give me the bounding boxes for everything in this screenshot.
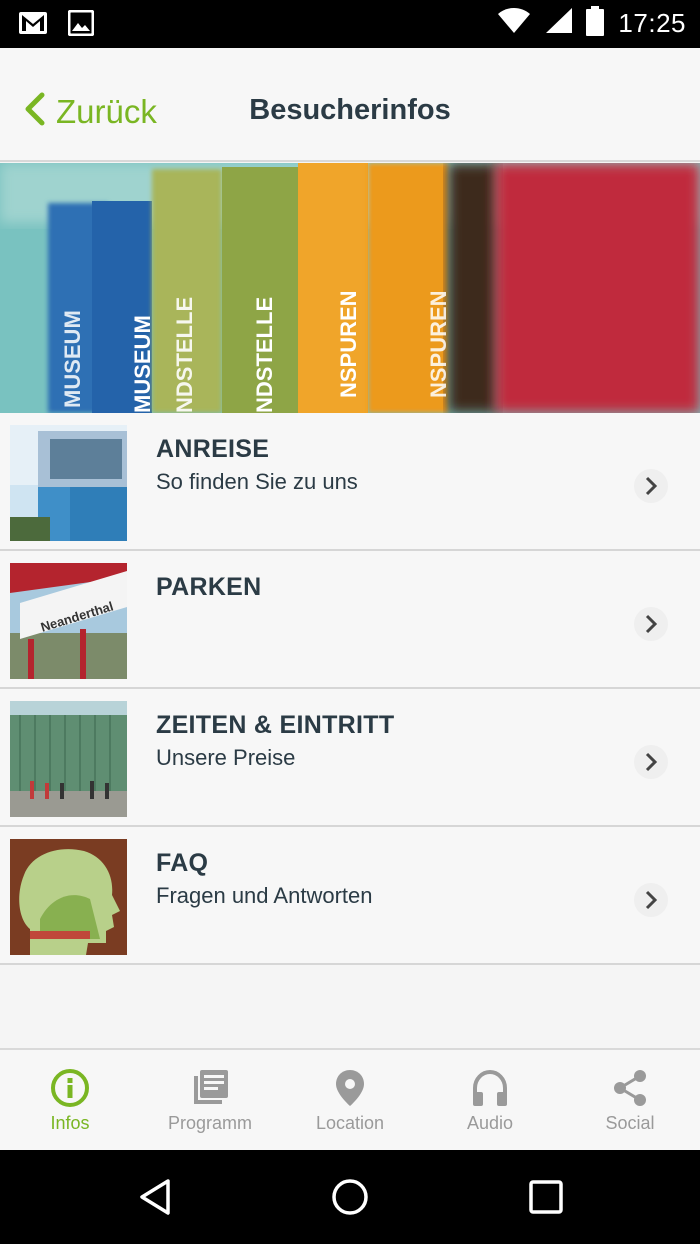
status-bar: 17:25 [0, 0, 700, 48]
visitor-info-list: ANREISE So finden Sie zu uns Neanderthal… [0, 413, 700, 965]
gallery-icon [67, 9, 95, 41]
list-item-faq[interactable]: FAQ Fragen und Antworten [0, 827, 700, 965]
hero-spine-text: NDSTELLE [172, 297, 197, 413]
tab-location[interactable]: Location [280, 1050, 420, 1150]
nav-recents-icon[interactable] [526, 1177, 566, 1217]
item-title: PARKEN [156, 573, 262, 601]
hero-spine-text: MUSEUM [130, 315, 155, 413]
thumb-parken: Neanderthal [10, 563, 127, 679]
item-subtitle: So finden Sie zu uns [156, 469, 358, 494]
headphones-icon [470, 1068, 510, 1108]
tab-infos[interactable]: Infos [0, 1050, 140, 1150]
tab-social[interactable]: Social [560, 1050, 700, 1150]
thumb-zeiten [10, 701, 127, 817]
tab-label: Programm [167, 1113, 252, 1133]
wifi-icon [498, 8, 531, 39]
tab-programm[interactable]: Programm [140, 1050, 280, 1150]
info-icon [50, 1068, 90, 1108]
chevron-right-icon [634, 469, 668, 503]
item-subtitle: Fragen und Antworten [156, 883, 373, 908]
cellular-icon [544, 8, 573, 39]
hero-spine-text: MUSEUM [60, 310, 85, 408]
thumb-anreise [10, 425, 127, 541]
bottom-tab-bar: Infos Programm Location Audio Social [0, 1048, 700, 1150]
battery-icon [586, 6, 605, 41]
hero-spine-text: NSPUREN [426, 290, 451, 398]
tab-label: Social [605, 1113, 655, 1133]
tab-label: Audio [466, 1113, 514, 1133]
list-item-zeiten-eintritt[interactable]: ZEITEN & EINTRITT Unsere Preise [0, 689, 700, 827]
nav-home-icon[interactable] [330, 1177, 370, 1217]
item-title: FAQ [156, 849, 209, 877]
item-title: ANREISE [156, 435, 270, 463]
chevron-right-icon [634, 883, 668, 917]
status-time: 17:25 [618, 8, 686, 38]
hero-spine-text: NSPUREN [336, 290, 361, 398]
tab-label: Location [315, 1113, 385, 1133]
programm-icon [190, 1068, 230, 1108]
hero-spine-text: NDSTELLE [252, 297, 277, 413]
item-title: ZEITEN & EINTRITT [156, 711, 395, 739]
system-nav-bar [0, 1150, 700, 1244]
thumb-faq [10, 839, 127, 955]
item-subtitle: Unsere Preise [156, 745, 296, 770]
list-item-anreise[interactable]: ANREISE So finden Sie zu uns [0, 413, 700, 551]
tab-audio[interactable]: Audio [420, 1050, 560, 1150]
app-header: Zurück Besucherinfos [0, 48, 700, 162]
page-title: Besucherinfos [249, 94, 451, 126]
nav-back-icon[interactable] [136, 1177, 176, 1217]
hero-image: MUSEUM MUSEUM NDSTELLE NDSTELLE NSPUREN … [0, 163, 700, 413]
chevron-right-icon [634, 607, 668, 641]
location-pin-icon [330, 1068, 370, 1108]
tab-label: Infos [50, 1113, 90, 1133]
gmail-icon [18, 10, 48, 41]
share-icon [610, 1068, 650, 1108]
list-item-parken[interactable]: Neanderthal PARKEN [0, 551, 700, 689]
chevron-right-icon [634, 745, 668, 779]
